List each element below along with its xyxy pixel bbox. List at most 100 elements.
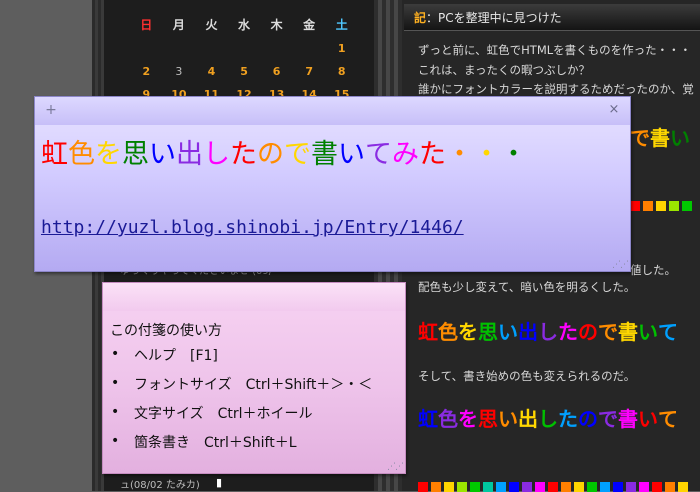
list-item[interactable]: • フォントサイズ Ctrl＋Shift＋＞・＜ — [103, 374, 372, 403]
rainbow-char: 書 — [618, 320, 638, 344]
calendar-weekday: 木 — [270, 18, 283, 32]
color-swatch — [656, 201, 666, 211]
rainbow-char: 書 — [618, 407, 638, 431]
list-item[interactable]: • 箇条書き Ctrl＋Shift＋L — [103, 432, 372, 461]
rainbow-char: 出 — [518, 320, 538, 344]
list-item-text: 文字サイズ Ctrl＋ホイール — [134, 406, 313, 422]
color-swatch — [630, 201, 640, 211]
calendar-day[interactable]: 5 — [228, 60, 261, 83]
rainbow-char: 虹 — [418, 407, 438, 431]
calendar-weekday: 火 — [205, 18, 218, 32]
calendar-weekday: 金 — [303, 18, 316, 32]
calendar-day[interactable]: 1 — [325, 37, 358, 60]
note-title-bar[interactable]: + × — [35, 97, 630, 125]
rainbow-char: で — [598, 407, 618, 431]
rainbow-char: の — [578, 320, 598, 344]
calendar-day — [130, 37, 163, 60]
calendar-week-row: 2 3 4 5 6 7 8 — [130, 60, 358, 83]
rainbow-char: を — [95, 139, 122, 170]
rainbow-char: ・ — [446, 139, 473, 170]
post-line: 配色も少し変えて、暗い色を明るくした。 — [418, 280, 636, 294]
rainbow-char: い — [498, 407, 518, 431]
rainbow-char: で — [630, 126, 650, 150]
rainbow-char: し — [203, 139, 230, 170]
rainbow-char: 出 — [518, 407, 538, 431]
calendar-day — [293, 37, 326, 60]
post-line: 誰かにフォントカラーを説明するためだったのか、覚 — [418, 82, 694, 96]
bullet-icon: • — [111, 433, 120, 449]
close-note-button[interactable]: × — [607, 103, 621, 117]
calendar-day: 3 — [175, 65, 183, 78]
rainbow-char: 書 — [311, 139, 338, 170]
calendar-day[interactable]: 7 — [293, 60, 326, 83]
list-item-text: 箇条書き Ctrl＋Shift＋L — [134, 435, 297, 451]
rainbow-char: 思 — [478, 407, 498, 431]
color-swatch — [682, 201, 692, 211]
rainbow-char: で — [598, 320, 618, 344]
color-swatch-row — [630, 201, 692, 211]
calendar-week-row: 1 — [130, 37, 358, 60]
mouse-cursor-icon: ▮ — [216, 476, 223, 489]
rainbow-char: 色 — [438, 320, 458, 344]
rainbow-char: 思 — [478, 320, 498, 344]
color-swatch — [669, 201, 679, 211]
rainbow-char: し — [538, 320, 558, 344]
calendar-day[interactable]: 2 — [130, 60, 163, 83]
rainbow-char: た — [558, 407, 578, 431]
color-swatch — [643, 201, 653, 211]
rainbow-char: い — [638, 320, 658, 344]
rainbow-char: み — [392, 139, 419, 170]
rainbow-char: て — [365, 139, 392, 170]
calendar-day[interactable]: 4 — [195, 60, 228, 83]
rainbow-char: 出 — [176, 139, 203, 170]
note-title[interactable]: この付箋の使い方 — [110, 320, 222, 340]
post-title[interactable]: 記：PCを整理中に見つけた — [414, 9, 562, 26]
list-item-text: ヘルプ [F1] — [134, 348, 218, 364]
post-rainbow-heading: 虹色を思い出したので書いて — [418, 316, 678, 345]
calendar-weekday-row: 日 月 火 水 木 金 土 — [130, 14, 358, 37]
rainbow-char: た — [558, 320, 578, 344]
rainbow-char: を — [458, 320, 478, 344]
resize-grip-icon[interactable]: ⋰⋰ — [612, 260, 629, 270]
rainbow-char: 色 — [438, 407, 458, 431]
calendar-weekday: 月 — [172, 18, 185, 32]
rainbow-char: で — [284, 139, 311, 170]
note-title-bar[interactable] — [103, 283, 405, 311]
rainbow-char: を — [458, 407, 478, 431]
post-rainbow-heading: 虹色を思い出したので書いて — [418, 403, 678, 432]
sidebar-calendar: 日 月 火 水 木 金 土 1 2 3 4 5 6 7 8 9 10 11 12… — [130, 14, 358, 106]
note-bullet-list[interactable]: • ヘルプ [F1] • フォントサイズ Ctrl＋Shift＋＞・＜ • 文字サイズ… — [103, 345, 372, 461]
new-note-button[interactable]: + — [44, 103, 58, 117]
post-rainbow-text: で書い — [630, 122, 690, 151]
rainbow-char: い — [338, 139, 365, 170]
bullet-icon: • — [111, 375, 120, 391]
calendar-day — [228, 37, 261, 60]
calendar-day — [195, 37, 228, 60]
rainbow-char: 書 — [650, 126, 670, 150]
rainbow-char: 色 — [68, 139, 95, 170]
post-rainbow-fragment: で書い — [630, 122, 690, 151]
list-item[interactable]: • ヘルプ [F1] — [103, 345, 372, 374]
rainbow-char: の — [578, 407, 598, 431]
post-title-text: ：PCを整理中に見つけた — [426, 11, 562, 25]
sticky-note-pink[interactable]: この付箋の使い方 • ヘルプ [F1] • フォントサイズ Ctrl＋Shift＋＞… — [102, 282, 406, 474]
rainbow-char: い — [498, 320, 518, 344]
calendar-weekday: 土 — [335, 18, 348, 32]
calendar-day[interactable]: 6 — [260, 60, 293, 83]
post-title-mark: 記 — [414, 11, 427, 25]
resize-grip-icon[interactable]: ⋰⋰ — [387, 462, 404, 472]
post-line: ずっと前に、虹色でHTMLを書くものを作った・・・ — [418, 43, 692, 57]
rainbow-char: い — [670, 126, 690, 150]
calendar-day[interactable]: 8 — [325, 60, 358, 83]
calendar-day — [163, 37, 196, 60]
note-rainbow-heading[interactable]: 虹色を思い出したので書いてみた・・・ — [41, 132, 527, 171]
calendar-weekday: 日 — [140, 18, 153, 32]
list-item[interactable]: • 文字サイズ Ctrl＋ホイール — [103, 403, 372, 432]
sidebar-bottom-fragment[interactable]: ュ(08/02 たみカ) — [120, 476, 200, 491]
note-link[interactable]: http://yuzl.blog.shinobi.jp/Entry/1446/ — [41, 217, 464, 238]
bullet-icon: • — [111, 404, 120, 420]
rainbow-char: ・ — [500, 139, 527, 170]
calendar-weekday: 水 — [238, 18, 251, 32]
sticky-note-purple[interactable]: + × 虹色を思い出したので書いてみた・・・ http://yuzl.blog.… — [34, 96, 631, 272]
rainbow-char: 虹 — [418, 320, 438, 344]
